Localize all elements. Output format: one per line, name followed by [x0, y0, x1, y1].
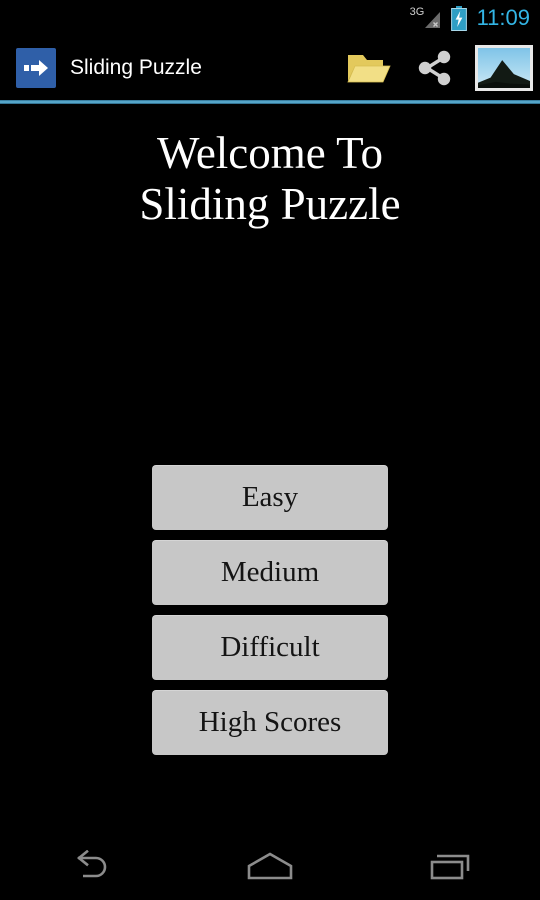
page-title-line-2: Sliding Puzzle: [139, 179, 401, 229]
status-bar: 3G 11:09: [0, 0, 540, 36]
status-bar-clock: 11:09: [476, 5, 530, 30]
difficulty-medium-button[interactable]: Medium: [152, 540, 388, 605]
cellular-signal-icon: 3G: [410, 6, 444, 30]
app-logo-arrow-right-icon[interactable]: [16, 48, 56, 88]
network-type-label: 3G: [409, 6, 425, 18]
page-title: Welcome To Sliding Puzzle: [0, 128, 540, 230]
image-thumbnail-picker[interactable]: [468, 36, 540, 100]
signal-triangle-icon: [425, 12, 441, 29]
high-scores-button[interactable]: High Scores: [152, 690, 388, 755]
app-screen: 3G 11:09 Sliding Puzzle Welcome To Slidi…: [0, 0, 540, 900]
menu-button-group: Easy Medium Difficult High Scores: [152, 465, 388, 755]
action-bar: Sliding Puzzle: [0, 36, 540, 100]
action-bar-actions: [336, 36, 540, 100]
nav-recents-icon[interactable]: [360, 834, 540, 900]
main-content: Welcome To Sliding Puzzle Easy Medium Di…: [0, 104, 540, 834]
nav-back-icon[interactable]: [0, 834, 180, 900]
difficulty-easy-button[interactable]: Easy: [152, 465, 388, 530]
page-title-line-1: Welcome To: [156, 128, 384, 178]
open-folder-icon[interactable]: [336, 36, 402, 100]
app-title: Sliding Puzzle: [70, 56, 202, 79]
battery-charging-icon: [450, 5, 467, 31]
nav-home-icon[interactable]: [180, 834, 360, 900]
status-bar-icons: 3G 11:09: [410, 5, 530, 31]
image-thumbnail: [475, 45, 533, 91]
share-icon[interactable]: [402, 36, 468, 100]
difficulty-difficult-button[interactable]: Difficult: [152, 615, 388, 680]
system-navigation-bar: [0, 834, 540, 900]
